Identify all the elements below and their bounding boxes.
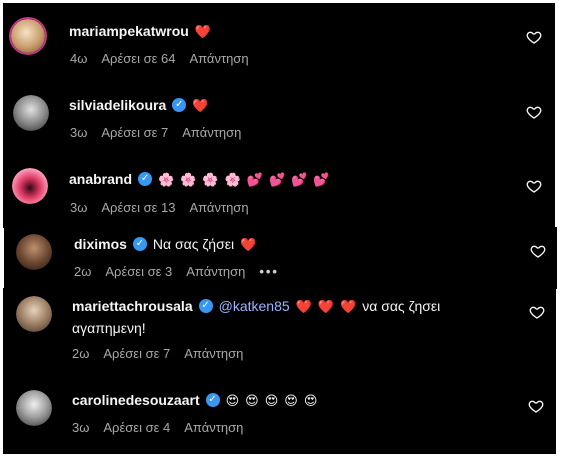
avatar[interactable] <box>13 95 49 131</box>
check-badge-icon: ✓ <box>205 393 220 407</box>
heart-emoji: ❤️ <box>317 298 335 314</box>
comment-age: 3ω <box>72 420 90 435</box>
heart-outline-icon[interactable] <box>529 304 545 320</box>
avatar[interactable] <box>16 390 52 426</box>
mention-link[interactable]: @katken85 <box>219 298 290 314</box>
reply-button[interactable]: Απάντηση <box>184 420 243 435</box>
flower-emoji: 🌸 <box>158 171 175 187</box>
check-badge-icon: ✓ <box>138 172 153 186</box>
two-hearts-emoji: 💕 <box>268 171 286 187</box>
comment-username[interactable]: anabrand <box>69 171 132 187</box>
comment-username[interactable]: carolinedesouzaart <box>72 392 200 408</box>
comment-age: 2ω <box>74 264 92 279</box>
likes-count-link[interactable]: Αρέσει σε 13 <box>101 200 175 215</box>
likes-count-link[interactable]: Αρέσει σε 7 <box>101 125 168 140</box>
heart-outline-icon[interactable] <box>526 29 542 45</box>
avatar[interactable] <box>9 17 47 55</box>
heart-outline-icon[interactable] <box>530 243 546 259</box>
heart-eyes-emoji: 😍 <box>303 392 318 408</box>
two-hearts-emoji: 💕 <box>291 171 308 187</box>
comment-age: 4ω <box>70 51 88 66</box>
comment-age: 2ω <box>72 346 90 361</box>
comment-text: Να σας ζήσει <box>152 236 235 252</box>
heart-emoji: ❤️ <box>295 298 312 314</box>
heart-eyes-emoji: 😍 <box>225 392 240 408</box>
heart-eyes-emoji: 😍 <box>245 392 259 408</box>
heart-emoji: ❤️ <box>240 236 257 252</box>
check-badge-icon: ✓ <box>172 98 187 112</box>
check-badge-icon: ✓ <box>198 299 213 313</box>
comment-text-continued: αγαπημενη! <box>72 320 146 336</box>
reply-button[interactable]: Απάντηση <box>184 346 243 361</box>
comment-username[interactable]: silviadelikoura <box>69 97 166 113</box>
heart-emoji: ❤️ <box>192 97 209 113</box>
flower-emoji: 🌸 <box>224 171 241 187</box>
reply-button[interactable]: Απάντηση <box>189 200 248 215</box>
comment-username[interactable]: mariettachrousala <box>72 298 193 314</box>
reply-button[interactable]: Απάντηση <box>189 51 248 66</box>
heart-emoji: ❤️ <box>194 23 212 39</box>
avatar[interactable] <box>12 168 48 204</box>
heart-outline-icon[interactable] <box>528 398 544 414</box>
comment-username[interactable]: mariampekatwrou <box>69 23 189 39</box>
comment-text: να σας ζησει <box>362 298 441 314</box>
reply-button[interactable]: Απάντηση <box>182 125 241 140</box>
likes-count-link[interactable]: Αρέσει σε 3 <box>105 264 172 279</box>
likes-count-link[interactable]: Αρέσει σε 4 <box>103 420 170 435</box>
flower-emoji: 🌸 <box>180 171 197 187</box>
heart-outline-icon[interactable] <box>526 178 542 194</box>
flower-emoji: 🌸 <box>202 171 219 187</box>
avatar[interactable] <box>16 234 52 270</box>
heart-eyes-emoji: 😍 <box>264 392 279 408</box>
more-horizontal-icon[interactable]: ••• <box>259 264 279 279</box>
check-badge-icon: ✓ <box>132 237 147 251</box>
comment-username[interactable]: diximos <box>74 236 127 252</box>
likes-count-link[interactable]: Αρέσει σε 64 <box>101 51 175 66</box>
two-hearts-emoji: 💕 <box>313 171 330 187</box>
heart-outline-icon[interactable] <box>526 104 542 120</box>
avatar[interactable] <box>16 296 52 332</box>
heart-eyes-emoji: 😍 <box>284 392 298 408</box>
two-hearts-emoji: 💕 <box>246 171 263 187</box>
reply-button[interactable]: Απάντηση <box>186 264 245 279</box>
comment-age: 3ω <box>70 200 88 215</box>
heart-emoji: ❤️ <box>340 298 357 314</box>
likes-count-link[interactable]: Αρέσει σε 7 <box>103 346 170 361</box>
comment-age: 3ω <box>70 125 88 140</box>
